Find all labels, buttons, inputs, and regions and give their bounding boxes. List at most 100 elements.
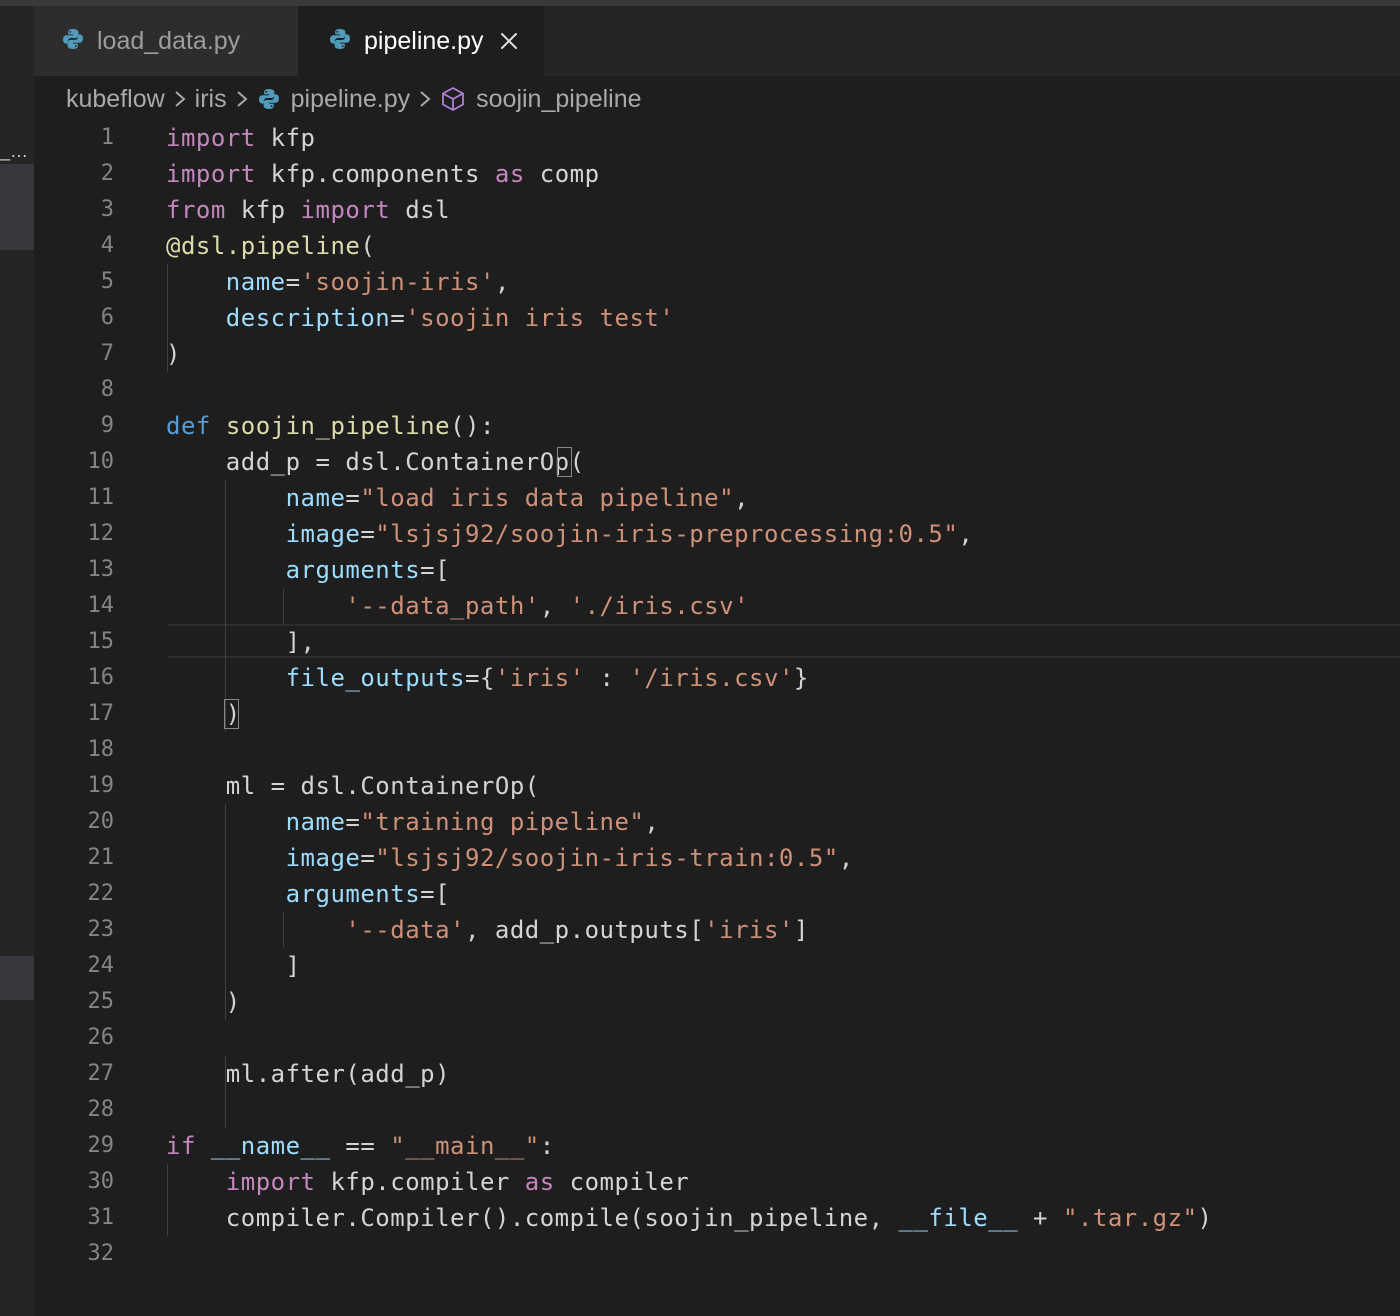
- code-line[interactable]: 25 ): [34, 984, 1400, 1020]
- indent-guide: [167, 264, 168, 372]
- breadcrumb-item-symbol[interactable]: soojin_pipeline: [476, 85, 641, 114]
- code-token: =: [285, 268, 301, 296]
- code-line[interactable]: 10 add_p = dsl.ContainerOp(: [34, 444, 1400, 480]
- tab-load-data[interactable]: load_data.py: [34, 6, 298, 76]
- indent-guide: [283, 588, 284, 624]
- line-number: 15: [87, 629, 115, 654]
- code-line[interactable]: 4 @dsl.pipeline(: [34, 228, 1400, 264]
- code-text: add_p = dsl.ContainerOp(: [166, 444, 585, 480]
- line-number: 6: [100, 305, 114, 330]
- code-line[interactable]: 22 arguments=[: [34, 876, 1400, 912]
- code-text: ml.after(add_p): [166, 1056, 450, 1092]
- code-token: , add_p.outputs[: [464, 916, 705, 944]
- code-line[interactable]: 3 from kfp import dsl: [34, 192, 1400, 228]
- code-line[interactable]: 5 name='soojin-iris',: [34, 264, 1400, 300]
- code-line[interactable]: 20 name="training pipeline",: [34, 804, 1400, 840]
- line-number: 5: [100, 269, 114, 294]
- code-token: name: [225, 268, 286, 296]
- code-line[interactable]: 9 def soojin_pipeline():: [34, 408, 1400, 444]
- code-line[interactable]: 24 ]: [34, 948, 1400, 984]
- code-line[interactable]: 16 file_outputs={'iris' : '/iris.csv'}: [34, 660, 1400, 696]
- code-token: kfp: [225, 196, 301, 224]
- code-line[interactable]: 8: [34, 372, 1400, 408]
- code-token: import: [300, 196, 391, 224]
- line-number: 3: [100, 197, 114, 222]
- code-line[interactable]: 32: [34, 1236, 1400, 1272]
- code-editor[interactable]: 1 import kfp 2 import kfp.components as com…: [34, 120, 1400, 1316]
- code-text: image="lsjsj92/soojin-iris-preprocessing…: [166, 516, 973, 552]
- code-token: as: [494, 160, 525, 188]
- breadcrumb-item-file[interactable]: pipeline.py: [291, 85, 411, 114]
- code-line[interactable]: 26: [34, 1020, 1400, 1056]
- code-line[interactable]: 21 image="lsjsj92/soojin-iris-train:0.5"…: [34, 840, 1400, 876]
- code-token: ,: [838, 844, 854, 872]
- editor-tab-bar: load_data.py pipeline.py: [34, 6, 1400, 76]
- code-token: add_p = dsl.ContainerOp(: [166, 448, 585, 476]
- code-token: =: [390, 304, 406, 332]
- code-token: arguments: [285, 880, 421, 908]
- code-token: ,: [734, 484, 750, 512]
- code-token: if: [166, 1132, 196, 1160]
- code-token: }: [793, 664, 809, 692]
- code-token: ".tar.gz": [1062, 1204, 1198, 1232]
- code-text: name='soojin-iris',: [166, 264, 510, 300]
- code-token: =: [360, 844, 376, 872]
- tab-pipeline[interactable]: pipeline.py: [298, 6, 544, 76]
- code-token: =: [345, 808, 361, 836]
- code-text: compiler.Compiler().compile(soojin_pipel…: [166, 1200, 1212, 1236]
- code-line[interactable]: 12 image="lsjsj92/soojin-iris-preprocess…: [34, 516, 1400, 552]
- close-icon[interactable]: [498, 30, 520, 52]
- code-token: __file__: [898, 1204, 1019, 1232]
- code-line[interactable]: 15 ],: [34, 624, 1400, 660]
- code-line[interactable]: 29 if __name__ == "__main__":: [34, 1128, 1400, 1164]
- code-token: @dsl.pipeline: [166, 232, 361, 260]
- code-line[interactable]: 30 import kfp.compiler as compiler: [34, 1164, 1400, 1200]
- code-line[interactable]: 13 arguments=[: [34, 552, 1400, 588]
- code-line[interactable]: 23 '--data', add_p.outputs['iris']: [34, 912, 1400, 948]
- code-line[interactable]: 27 ml.after(add_p): [34, 1056, 1400, 1092]
- code-token: "lsjsj92/soojin-iris-preprocessing:0.5": [375, 520, 959, 548]
- code-text: from kfp import dsl: [166, 192, 450, 228]
- code-token: compiler.Compiler().compile(soojin_pipel…: [166, 1204, 899, 1232]
- code-line[interactable]: 28: [34, 1092, 1400, 1128]
- code-token: import: [166, 160, 256, 188]
- code-token: as: [524, 1168, 555, 1196]
- code-token: image: [285, 844, 361, 872]
- line-number: 13: [87, 557, 115, 582]
- code-line[interactable]: 7): [34, 336, 1400, 372]
- indent-guide: [283, 912, 284, 948]
- code-line[interactable]: 2 import kfp.components as comp: [34, 156, 1400, 192]
- line-number: 19: [87, 773, 115, 798]
- code-token: ): [1197, 1204, 1213, 1232]
- bracket-match-highlight: [557, 447, 572, 477]
- code-token: import: [225, 1168, 316, 1196]
- line-number: 25: [87, 989, 115, 1014]
- breadcrumb-item-kubeflow[interactable]: kubeflow: [66, 85, 165, 114]
- code-line[interactable]: 6 description='soojin iris test': [34, 300, 1400, 336]
- indent-guide: [167, 1164, 168, 1236]
- indent-guide: [225, 1056, 226, 1128]
- code-line[interactable]: 31 compiler.Compiler().compile(soojin_pi…: [34, 1200, 1400, 1236]
- code-text: import kfp.compiler as compiler: [166, 1164, 689, 1200]
- code-line[interactable]: 14 '--data_path', './iris.csv': [34, 588, 1400, 624]
- code-token: './iris.csv': [569, 592, 750, 620]
- code-line[interactable]: 19 ml = dsl.ContainerOp(: [34, 768, 1400, 804]
- code-token: +: [1018, 1204, 1063, 1232]
- breadcrumb-item-iris[interactable]: iris: [195, 85, 227, 114]
- code-token: ml.after(add_p): [166, 1060, 451, 1088]
- code-line[interactable]: 1 import kfp: [34, 120, 1400, 156]
- code-line[interactable]: 18: [34, 732, 1400, 768]
- code-text: if __name__ == "__main__":: [166, 1128, 555, 1164]
- code-text: '--data_path', './iris.csv': [166, 588, 749, 624]
- line-number: 26: [87, 1025, 115, 1050]
- side-panel-truncated-label: _…: [0, 141, 29, 161]
- code-token: kfp.compiler: [315, 1168, 525, 1196]
- side-panel-hover-row[interactable]: [0, 956, 34, 1000]
- code-token: ]: [166, 952, 301, 980]
- side-panel-selected-row[interactable]: [0, 164, 34, 250]
- line-number: 2: [100, 161, 114, 186]
- cube-symbol-icon: [440, 86, 466, 112]
- code-line[interactable]: 11 name="load iris data pipeline",: [34, 480, 1400, 516]
